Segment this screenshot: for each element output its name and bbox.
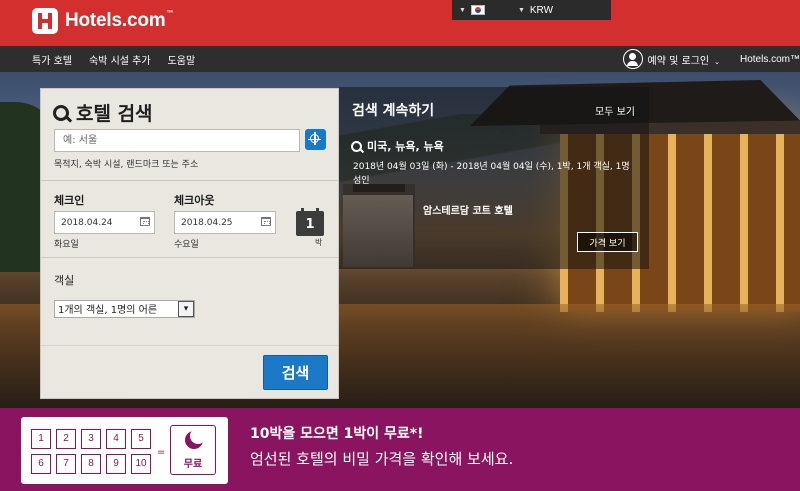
promo-title: 10박을 모으면 1박이 무료*! [250,426,424,442]
search-icon [53,104,69,121]
stamp: 6 [31,454,51,474]
recent-title: 검색 계속하기 [352,103,435,119]
logo-text: Hotels.com™ [65,10,174,31]
view-all-link[interactable]: 모두 보기 [595,103,635,118]
nav-add-property[interactable]: 숙박 시설 추가 [89,52,151,67]
stamp: 10 [131,454,151,474]
hotel-search-form: 호텔 검색 목적지, 숙박 시설, 랜드마크 또는 주소 체크인 화요일 체크아… [40,88,339,399]
checkin-weekday: 화요일 [54,240,79,250]
hotels-logo[interactable]: Hotels.com™ [32,8,173,34]
moon-icon [185,428,206,449]
promo-subtitle: 엄선된 호텔의 비밀 가격을 확인해 보세요. [250,450,514,468]
chevron-down-icon[interactable]: ▾ [178,301,194,317]
search-icon [351,140,362,152]
login-menu[interactable]: 예약 및 로그인 ⌄ [648,52,720,67]
nav-help[interactable]: 도움말 [168,52,196,67]
search-title: 호텔 검색 [76,103,153,125]
recent-search-detail: 2018년 04월 03일 (화) - 2018년 04월 04일 (수), 1… [353,162,630,186]
brand-link[interactable]: Hotels.com™ [740,54,800,65]
destination-input[interactable] [54,129,300,152]
locate-me-button[interactable] [305,129,326,150]
caret-down-icon: ▼ [459,6,466,14]
calendar-icon[interactable] [261,217,271,226]
caret-down-icon: ▼ [517,6,525,14]
checkout-weekday: 수요일 [174,240,199,250]
stamp: 3 [81,429,101,449]
divider [41,257,338,258]
calendar-icon[interactable] [140,217,150,226]
stamp: 8 [81,454,101,474]
chevron-down-icon: ⌄ [714,57,720,66]
recent-destination[interactable]: 미국, 뉴욕, 뉴욕 [351,138,444,154]
nav-deals[interactable]: 특가 호텔 [32,52,72,67]
stamp: 2 [56,429,76,449]
hotel-thumbnail [343,195,413,267]
rooms-select[interactable]: 1개의 객실, 1명의 어른 [54,300,195,318]
top-header: Hotels.com™ ▼ ▼ KRW [0,0,800,46]
currency-selector[interactable]: ▼ KRW [518,5,553,16]
user-icon[interactable] [622,49,643,69]
free-night-stamp: 무료 [170,425,216,475]
search-button[interactable]: 검색 [263,355,328,390]
stamp: 4 [106,429,126,449]
recent-destination-text: 미국, 뉴욕, 뉴욕 [367,140,444,153]
stamp: 9 [106,454,126,474]
free-label: 무료 [183,459,203,470]
destination-hint: 목적지, 숙박 시설, 랜드마크 또는 주소 [54,160,199,170]
korea-flag-icon [470,5,485,15]
preferences-bar: ▼ ▼ KRW [452,0,611,20]
rooms-label: 객실 [54,274,75,287]
country-selector[interactable]: ▼ [459,5,485,15]
nights-unit: 박 [315,238,323,247]
nights-calendar-icon: 1 [296,208,324,236]
divider [41,345,338,346]
stamp: 7 [56,454,76,474]
divider [41,180,338,181]
rewards-stamp-card: 1 2 3 4 5 6 7 8 9 10 = 무료 [21,417,228,484]
rooms-value: 1개의 객실, 1명의 어른 [58,305,158,316]
login-label: 예약 및 로그인 [647,55,710,67]
view-price-button[interactable]: 가격 보기 [577,232,638,252]
main-nav: 특가 호텔 숙박 시설 추가 도움말 예약 및 로그인 ⌄ Hotels.com™ [0,46,800,72]
recent-hotel-name[interactable]: 암스테르담 코트 호텔 [423,202,513,217]
equals-sign: = [157,447,166,458]
currency-label: KRW [529,4,554,16]
checkin-label: 체크인 [54,194,85,207]
recent-search-panel: 검색 계속하기 모두 보기 미국, 뉴욕, 뉴욕 2018년 04월 03일 (… [339,87,649,269]
rewards-promo-banner[interactable]: 1 2 3 4 5 6 7 8 9 10 = 무료 10박을 모으면 1박이 무… [0,408,800,491]
checkout-label: 체크아웃 [174,194,215,207]
stamp: 5 [131,429,151,449]
hotels-h-icon [32,8,58,34]
stamp: 1 [31,429,51,449]
